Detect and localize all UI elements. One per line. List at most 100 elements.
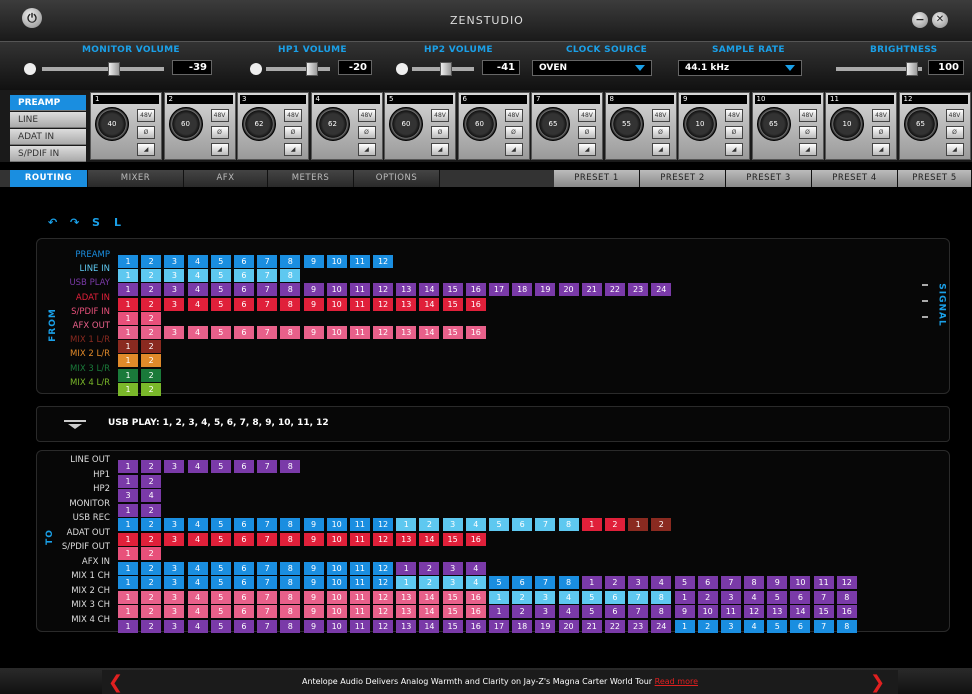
routing-cell[interactable]: 18 [512, 619, 533, 633]
sample-rate-select[interactable]: 44.1 kHz [678, 60, 802, 76]
routing-cell[interactable]: 2 [651, 518, 672, 531]
gain-knob[interactable]: 62 [315, 107, 350, 141]
gain-knob[interactable]: 10 [683, 107, 717, 141]
routing-cell[interactable]: 10 [326, 297, 347, 311]
routing-cell[interactable]: 14 [419, 297, 440, 311]
tab-preset-4[interactable]: PRESET 4 [812, 170, 898, 187]
routing-cell[interactable]: 4 [187, 326, 208, 339]
phase-invert-icon[interactable]: Ø [504, 126, 523, 139]
routing-cell[interactable]: 6 [233, 532, 254, 546]
tab-options[interactable]: OPTIONS [354, 170, 440, 187]
routing-cell[interactable]: 7 [535, 518, 556, 531]
routing-cell[interactable]: 2 [141, 382, 162, 396]
tab-routing[interactable]: ROUTING [10, 170, 88, 187]
routing-cell[interactable]: 7 [257, 619, 278, 633]
routing-cell[interactable]: 9 [303, 326, 324, 339]
tab-preset-3[interactable]: PRESET 3 [726, 170, 812, 187]
input-source-preamp[interactable]: PREAMP [10, 95, 86, 111]
link-icon[interactable]: ◢ [210, 143, 229, 156]
news-prev-arrow-icon[interactable]: ❮ [108, 672, 123, 693]
phantom-power-button[interactable]: 48V [504, 109, 523, 122]
hp1-volume-thumb[interactable] [306, 62, 318, 76]
tab-preset-5[interactable]: PRESET 5 [898, 170, 972, 187]
routing-cell[interactable]: 15 [442, 619, 463, 633]
routing-cell[interactable]: 11 [349, 297, 370, 311]
routing-cell[interactable]: 16 [465, 326, 486, 339]
routing-cell[interactable]: 4 [187, 619, 208, 633]
routing-cell[interactable]: 1 [581, 518, 602, 531]
routing-cell[interactable]: 23 [628, 283, 649, 297]
phase-invert-icon[interactable]: Ø [210, 126, 229, 139]
routing-cell[interactable]: 12 [373, 532, 394, 546]
routing-cell[interactable]: 7 [257, 532, 278, 546]
phase-invert-icon[interactable]: Ø [284, 126, 302, 139]
phantom-power-button[interactable]: 48V [357, 109, 376, 122]
routing-cell[interactable]: 16 [465, 532, 486, 546]
routing-cell[interactable]: 6 [512, 518, 533, 531]
gain-knob[interactable]: 40 [95, 107, 129, 141]
link-icon[interactable]: ◢ [578, 143, 596, 156]
routing-cell[interactable]: 13 [396, 297, 417, 311]
routing-cell[interactable]: 15 [442, 532, 463, 546]
link-icon[interactable]: ◢ [504, 143, 523, 156]
routing-cell[interactable]: 3 [164, 297, 185, 311]
clock-source-select[interactable]: OVEN [532, 60, 652, 76]
gain-knob[interactable]: 60 [462, 107, 497, 141]
routing-cell[interactable]: 17 [489, 619, 509, 633]
gain-knob[interactable]: 60 [168, 107, 203, 141]
input-source-spdif-in[interactable]: S/PDIF IN [10, 146, 86, 162]
gain-knob[interactable]: 65 [536, 107, 570, 141]
routing-cell[interactable]: 3 [164, 619, 185, 633]
routing-cell[interactable]: 3 [164, 326, 185, 339]
routing-cell[interactable]: 6 [233, 297, 254, 311]
routing-cell[interactable]: 11 [349, 326, 370, 339]
routing-cell[interactable]: 13 [396, 532, 417, 546]
routing-cell[interactable]: 17 [489, 283, 509, 297]
phantom-power-button[interactable]: 48V [284, 109, 302, 122]
routing-cell[interactable]: 3 [164, 460, 185, 473]
routing-cell[interactable]: 12 [373, 255, 394, 268]
speaker-icon[interactable] [396, 63, 408, 75]
routing-cell[interactable]: 10 [326, 532, 347, 546]
routing-cell[interactable]: 8 [280, 326, 301, 339]
routing-cell[interactable]: 4 [744, 619, 765, 633]
routing-cell[interactable]: 24 [651, 619, 672, 633]
routing-cell[interactable]: 12 [373, 326, 394, 339]
routing-cell[interactable]: 18 [512, 283, 533, 297]
routing-cell[interactable]: 8 [280, 297, 301, 311]
link-icon[interactable]: ◢ [872, 143, 890, 156]
routing-cell[interactable]: 9 [303, 619, 324, 633]
routing-cell[interactable]: 8 [280, 619, 301, 633]
routing-cell[interactable]: 5 [767, 619, 788, 633]
routing-cell[interactable]: 13 [396, 619, 417, 633]
tab-meters[interactable]: METERS [268, 170, 354, 187]
routing-cell[interactable]: 4 [187, 297, 208, 311]
routing-cell[interactable]: 1 [628, 518, 649, 531]
routing-cell[interactable]: 8 [558, 518, 579, 531]
tab-mixer[interactable]: MIXER [88, 170, 184, 187]
news-read-more-link[interactable]: Read more [655, 677, 698, 686]
gain-knob[interactable]: 55 [609, 107, 644, 141]
routing-cell[interactable]: 19 [535, 283, 556, 297]
monitor-volume-thumb[interactable] [108, 62, 120, 76]
input-source-line[interactable]: LINE [10, 112, 86, 128]
phantom-power-button[interactable]: 48V [945, 109, 964, 122]
phantom-power-button[interactable]: 48V [725, 109, 743, 122]
routing-cell[interactable]: 23 [628, 619, 649, 633]
routing-cell[interactable]: 10 [326, 619, 347, 633]
phase-invert-icon[interactable]: Ø [872, 126, 890, 139]
routing-cell[interactable]: 11 [349, 619, 370, 633]
phase-invert-icon[interactable]: Ø [725, 126, 743, 139]
gain-knob[interactable]: 10 [830, 107, 864, 141]
minimize-icon[interactable]: − [912, 12, 928, 28]
routing-cell[interactable]: 15 [442, 326, 463, 339]
load-routing-icon[interactable]: L [114, 217, 124, 228]
speaker-icon[interactable] [250, 63, 262, 75]
routing-cell[interactable]: 2 [697, 619, 718, 633]
redo-icon[interactable]: ↷ [70, 217, 80, 228]
routing-cell[interactable]: 1 [118, 382, 138, 396]
routing-cell[interactable]: 13 [396, 326, 417, 339]
routing-cell[interactable]: 5 [210, 460, 231, 473]
routing-cell[interactable]: 11 [349, 532, 370, 546]
brightness-value[interactable]: 100 [928, 60, 964, 75]
